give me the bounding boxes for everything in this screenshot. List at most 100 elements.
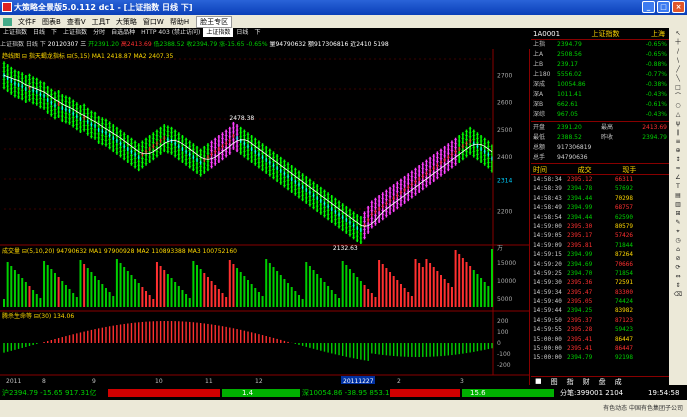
menu-file[interactable]: 文件F bbox=[15, 17, 39, 27]
chart-area[interactable]: 趋线图 ⊟ 指天蝎龙指标 ⊟(5,15) MA1 2418.87 MA2 240… bbox=[0, 49, 530, 385]
tick-row[interactable]: 14:59:15 2394.99 87264 bbox=[531, 250, 669, 259]
draw-tool-icon[interactable]: ⇔ bbox=[672, 273, 684, 281]
draw-tool-icon[interactable]: ⌂ bbox=[672, 246, 684, 254]
app-menu-icon[interactable] bbox=[3, 17, 12, 26]
draw-tool-icon[interactable]: ╱ bbox=[672, 66, 684, 74]
tick-list[interactable]: 14:58:34 2395.12 66311 14:58:39 2394.78 57692… bbox=[531, 175, 669, 363]
menu-help[interactable]: 帮助H bbox=[167, 17, 192, 27]
draw-tool-icon[interactable]: ≡ bbox=[672, 138, 684, 146]
close-icon[interactable]: × bbox=[672, 1, 685, 13]
tick-row[interactable]: 15:00:00 2394.79 92198 bbox=[531, 353, 669, 362]
index-row[interactable]: 深A 1011.41 -0.43% bbox=[531, 90, 669, 100]
tick-row[interactable]: 15:00:00 2395.41 86447 bbox=[531, 344, 669, 353]
tick-volume: 83982 bbox=[614, 307, 633, 315]
draw-tool-icon[interactable]: ✎ bbox=[672, 219, 684, 227]
draw-tool-icon[interactable]: T bbox=[672, 183, 684, 191]
tick-row[interactable]: 14:59:20 2394.69 70666 bbox=[531, 260, 669, 269]
candle-body bbox=[418, 177, 420, 181]
maximize-icon[interactable]: □ bbox=[657, 1, 670, 13]
footer-tab-3[interactable]: 财 bbox=[583, 377, 590, 386]
tab-8[interactable]: 日线 bbox=[233, 28, 251, 37]
menu-view[interactable]: 查看V bbox=[64, 17, 89, 27]
tick-row[interactable]: 14:58:49 2394.99 68757 bbox=[531, 203, 669, 212]
draw-tool-icon[interactable]: □ bbox=[672, 84, 684, 92]
index-row[interactable]: 深B 662.61 -0.61% bbox=[531, 100, 669, 110]
tab-2[interactable]: 下 bbox=[48, 28, 60, 37]
draw-tool-icon[interactable]: ╲ bbox=[672, 75, 684, 83]
tick-row[interactable]: 14:58:43 2394.44 70298 bbox=[531, 194, 669, 203]
footer-tab-2[interactable]: 指 bbox=[567, 377, 574, 386]
menu-tools[interactable]: 工具T bbox=[89, 17, 113, 27]
volume-bar bbox=[188, 298, 191, 307]
menu-chart[interactable]: 图表B bbox=[39, 17, 64, 27]
tick-row[interactable]: 14:59:55 2395.28 59423 bbox=[531, 325, 669, 334]
draw-tool-icon[interactable]: ⊕ bbox=[672, 147, 684, 155]
menu-window[interactable]: 窗口W bbox=[140, 17, 167, 27]
tick-row[interactable]: 14:58:39 2394.78 57692 bbox=[531, 184, 669, 193]
index-row[interactable]: 上指 2394.79 -0.65% bbox=[531, 40, 669, 50]
tick-row[interactable]: 14:59:05 2395.17 57426 bbox=[531, 231, 669, 240]
draw-tool-icon[interactable]: \ bbox=[672, 57, 684, 65]
tick-row[interactable]: 15:00:00 2395.41 86447 bbox=[531, 335, 669, 344]
footer-tab-5[interactable]: 成 bbox=[615, 377, 622, 386]
candle-body bbox=[360, 228, 362, 232]
volume-bar bbox=[79, 260, 82, 307]
draw-tool-icon[interactable]: ⇕ bbox=[672, 282, 684, 290]
draw-tool-icon[interactable]: 十 bbox=[672, 39, 684, 47]
tick-row[interactable]: 14:58:54 2394.44 62590 bbox=[531, 213, 669, 222]
tab-6[interactable]: HTTP 403 (禁止访问) bbox=[138, 28, 203, 37]
draw-tool-icon[interactable]: ∥ bbox=[672, 129, 684, 137]
special-zone-button[interactable]: 脸王专区 bbox=[196, 15, 233, 28]
tick-row[interactable]: 14:59:00 2395.30 80579 bbox=[531, 222, 669, 231]
tab-0[interactable]: 上证指数 bbox=[0, 28, 30, 37]
draw-tool-icon[interactable]: ⌒ bbox=[672, 93, 684, 101]
tick-row[interactable]: 14:59:44 2394.25 83982 bbox=[531, 306, 669, 315]
draw-tool-icon[interactable]: △ bbox=[672, 111, 684, 119]
footer-tab-4[interactable]: 盘 bbox=[599, 377, 606, 386]
tab-4[interactable]: 分时 bbox=[90, 28, 108, 37]
tick-row[interactable]: 14:58:34 2395.12 66311 bbox=[531, 175, 669, 184]
index-row[interactable]: 深成 10054.86 -0.38% bbox=[531, 80, 669, 90]
tick-row[interactable]: 14:59:34 2395.47 83300 bbox=[531, 288, 669, 297]
tick-row[interactable]: 14:59:30 2395.36 72591 bbox=[531, 278, 669, 287]
candle-body bbox=[243, 141, 245, 146]
draw-tool-icon[interactable]: ⌫ bbox=[672, 291, 684, 299]
tab-1[interactable]: 日线 bbox=[30, 28, 48, 37]
tick-row[interactable]: 14:59:25 2394.70 71854 bbox=[531, 269, 669, 278]
footer-tab-1[interactable]: 图 bbox=[551, 377, 558, 386]
candle-body bbox=[109, 133, 111, 138]
draw-tool-icon[interactable]: ⌖ bbox=[672, 228, 684, 236]
tab-9[interactable]: 下 bbox=[251, 28, 263, 37]
osc-bar bbox=[458, 343, 460, 355]
draw-tool-icon[interactable]: ≈ bbox=[672, 165, 684, 173]
price-chart[interactable]: 2478.382132.63270026002500240023142200成交… bbox=[0, 49, 530, 385]
index-row[interactable]: 深综 967.05 -0.43% bbox=[531, 110, 669, 120]
menu-strategy[interactable]: 大策略 bbox=[113, 17, 140, 27]
draw-tool-icon[interactable]: ψ bbox=[672, 120, 684, 128]
draw-tool-icon[interactable]: ⊘ bbox=[672, 255, 684, 263]
draw-tool-icon[interactable]: ⊞ bbox=[672, 210, 684, 218]
tick-row[interactable]: 14:59:09 2395.81 71844 bbox=[531, 241, 669, 250]
tick-row[interactable]: 14:59:50 2395.37 87123 bbox=[531, 316, 669, 325]
draw-tool-icon[interactable]: ↖ bbox=[672, 30, 684, 38]
osc-bar bbox=[476, 343, 479, 352]
footer-tab-0[interactable]: ■ bbox=[535, 377, 542, 385]
index-row[interactable]: 上180 5556.02 -0.77% bbox=[531, 70, 669, 80]
draw-tool-icon[interactable]: ▥ bbox=[672, 201, 684, 209]
draw-tool-icon[interactable]: ◷ bbox=[672, 237, 684, 245]
draw-tool-icon[interactable]: ∠ bbox=[672, 174, 684, 182]
index-row[interactable]: 上B 239.17 -0.88% bbox=[531, 60, 669, 70]
minimize-icon[interactable]: _ bbox=[642, 1, 655, 13]
draw-tool-icon[interactable]: ○ bbox=[672, 102, 684, 110]
tick-row[interactable]: 14:59:40 2395.05 74424 bbox=[531, 297, 669, 306]
tab-7[interactable]: 上证指数 bbox=[203, 28, 234, 37]
stat-label-2 bbox=[601, 153, 625, 163]
draw-tool-icon[interactable]: ⟳ bbox=[672, 264, 684, 272]
tab-5[interactable]: 自选品种 bbox=[108, 28, 138, 37]
tab-3[interactable]: 上证指数 bbox=[60, 28, 90, 37]
index-row[interactable]: 上A 2508.56 -0.65% bbox=[531, 50, 669, 60]
draw-tool-icon[interactable]: ▤ bbox=[672, 192, 684, 200]
draw-tool-icon[interactable]: ↕ bbox=[672, 156, 684, 164]
taskbar-news[interactable]: 有色动态 中国有色集团子公司 bbox=[603, 400, 683, 417]
draw-tool-icon[interactable]: / bbox=[672, 48, 684, 56]
